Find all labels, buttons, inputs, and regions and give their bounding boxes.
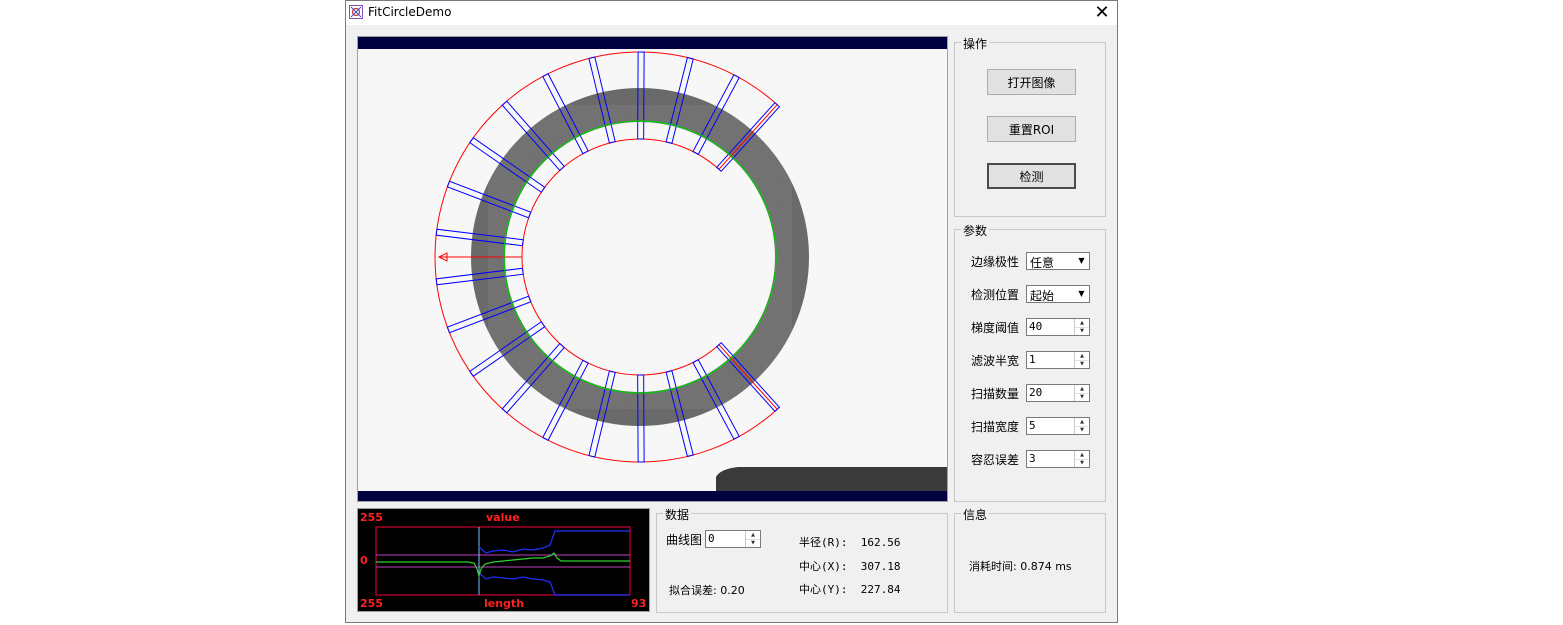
- center-y-text: 中心(Y): 227.84: [799, 583, 901, 596]
- tolerance-value[interactable]: 3: [1029, 452, 1036, 465]
- profile-bottom-left: 255: [360, 597, 383, 610]
- detect-position-label: 检测位置: [971, 288, 1020, 302]
- gradient-threshold-value[interactable]: 40: [1029, 320, 1042, 333]
- gradient-threshold-stepper[interactable]: 40 ▲ ▼: [1026, 318, 1090, 336]
- image-dark-object: [716, 467, 947, 491]
- tolerance-label: 容忍误差: [971, 453, 1020, 467]
- spin-down-icon[interactable]: ▼: [1075, 393, 1089, 401]
- profile-plot: 255 value 0 255 length 93: [357, 508, 650, 612]
- data-title: 数据: [663, 506, 692, 523]
- profile-mid-left: 0: [360, 554, 368, 567]
- filter-half-width-stepper[interactable]: 1 ▲ ▼: [1026, 351, 1090, 369]
- spin-down-icon[interactable]: ▼: [1075, 360, 1089, 368]
- scan-width-label: 扫描宽度: [971, 420, 1020, 434]
- gradient-curve: [376, 552, 630, 579]
- center-x-text: 中心(X): 307.18: [799, 560, 901, 573]
- spin-down-icon[interactable]: ▼: [746, 539, 760, 547]
- profile-bottom-right: 93: [631, 597, 647, 610]
- app-icon: [349, 5, 363, 19]
- scan-width-value[interactable]: 5: [1029, 419, 1036, 432]
- image-bottom-band: [358, 491, 947, 501]
- image-canvas[interactable]: [358, 37, 948, 502]
- params-title: 参数: [961, 222, 990, 239]
- image-top-band: [358, 37, 947, 49]
- close-icon[interactable]: ✕: [1087, 1, 1117, 25]
- spin-down-icon[interactable]: ▼: [1075, 459, 1089, 467]
- upper-curve: [478, 530, 630, 554]
- profile-top-center: value: [486, 511, 520, 524]
- info-title: 信息: [961, 506, 990, 523]
- radius-text: 半径(R): 162.56: [799, 536, 901, 549]
- spin-down-icon[interactable]: ▼: [1075, 426, 1089, 434]
- detect-position-value: 起始: [1030, 289, 1055, 303]
- lower-curve: [478, 572, 630, 596]
- filter-half-width-value[interactable]: 1: [1029, 353, 1036, 366]
- open-image-button[interactable]: 打开图像: [987, 69, 1076, 95]
- profile-top-left: 255: [360, 511, 383, 524]
- detect-button[interactable]: 检测: [987, 163, 1076, 189]
- detect-position-select[interactable]: 起始 ▼: [1026, 285, 1090, 303]
- spin-down-icon[interactable]: ▼: [1075, 327, 1089, 335]
- edge-polarity-value: 任意: [1030, 256, 1055, 270]
- edge-polarity-label: 边缘极性: [971, 255, 1020, 269]
- tolerance-stepper[interactable]: 3 ▲ ▼: [1026, 450, 1090, 468]
- scan-count-stepper[interactable]: 20 ▲ ▼: [1026, 384, 1090, 402]
- data-group: 数据 曲线图 0 ▲ ▼ 拟合误差: 0.20 半径(R): 162.56 中心(…: [656, 506, 948, 613]
- operations-title: 操作: [961, 35, 990, 52]
- image-display[interactable]: [357, 36, 948, 502]
- gradient-threshold-label: 梯度阈值: [971, 321, 1020, 335]
- fit-error-text: 拟合误差: 0.20: [669, 584, 745, 597]
- scan-count-value[interactable]: 20: [1029, 386, 1042, 399]
- elapsed-time-text: 消耗时间: 0.874 ms: [969, 560, 1072, 573]
- chevron-down-icon[interactable]: ▼: [1074, 253, 1089, 269]
- operations-group: 操作 打开图像 重置ROI 检测: [954, 35, 1106, 217]
- curve-stepper[interactable]: 0 ▲ ▼: [705, 530, 761, 548]
- edge-polarity-select[interactable]: 任意 ▼: [1026, 252, 1090, 270]
- curve-label: 曲线图: [666, 533, 703, 547]
- curve-value[interactable]: 0: [708, 532, 715, 545]
- scan-width-stepper[interactable]: 5 ▲ ▼: [1026, 417, 1090, 435]
- reset-roi-button[interactable]: 重置ROI: [987, 116, 1076, 142]
- profile-bottom-center: length: [484, 597, 525, 610]
- title-bar: FitCircleDemo ✕: [346, 1, 1117, 25]
- app-window: FitCircleDemo ✕ 操作 打开图像 重置ROI 检测 参数 边缘极性…: [345, 0, 1118, 623]
- window-title: FitCircleDemo: [368, 5, 452, 19]
- scan-count-label: 扫描数量: [971, 387, 1020, 401]
- params-group: 参数 边缘极性 任意 ▼ 检测位置 起始 ▼ 梯度阈值 40 ▲ ▼ 滤波半宽 1…: [954, 222, 1106, 502]
- filter-half-width-label: 滤波半宽: [971, 354, 1020, 368]
- info-group: 信息 消耗时间: 0.874 ms: [954, 506, 1106, 613]
- chevron-down-icon[interactable]: ▼: [1074, 286, 1089, 302]
